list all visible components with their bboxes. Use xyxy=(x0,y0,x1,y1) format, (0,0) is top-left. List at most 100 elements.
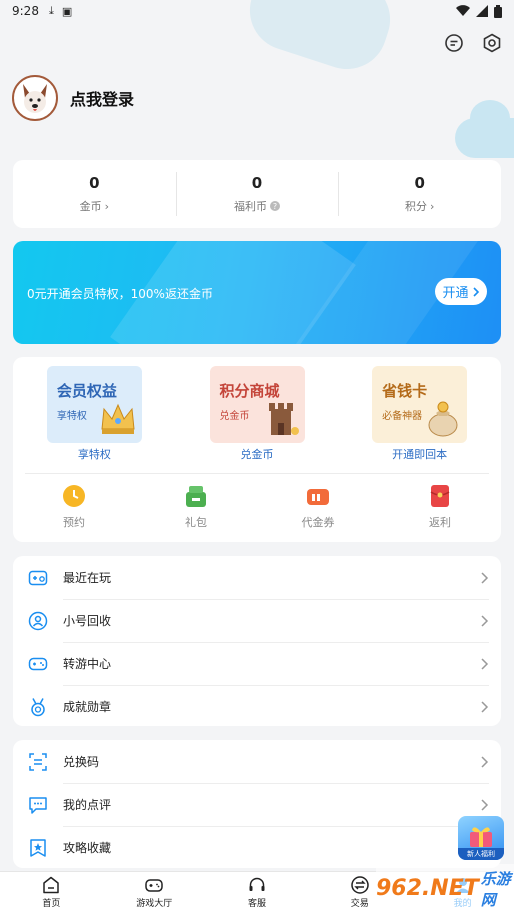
wifi-icon xyxy=(456,5,470,17)
gamepad-clock-icon xyxy=(28,570,48,585)
tile-title: 积分商城 xyxy=(219,382,280,400)
account-recycle-row[interactable]: 小号回收 xyxy=(13,599,501,642)
notification-icon: ▣ xyxy=(61,4,73,18)
mini-label: 返利 xyxy=(429,516,451,529)
message-icon[interactable] xyxy=(444,33,464,53)
game-transfer-row[interactable]: 转游中心 xyxy=(13,642,501,685)
help-icon[interactable]: ? xyxy=(270,201,280,211)
user-recycle-icon xyxy=(28,611,48,630)
welfare-coins-stat[interactable]: 0 福利币 ? xyxy=(175,160,339,228)
wallet-stats-card: 0 金币 › 0 福利币 ? 0 积分 › xyxy=(13,160,501,228)
gift-icon xyxy=(186,486,206,507)
gift-box-icon xyxy=(470,827,492,847)
watermark-sub: 乐游网 xyxy=(480,869,511,909)
clock-icon xyxy=(63,485,85,507)
chevron-right-icon xyxy=(481,614,489,627)
rebate-entry[interactable]: 返利 xyxy=(379,484,501,530)
row-label: 转游中心 xyxy=(63,657,112,671)
new-user-welfare-badge[interactable]: 新人福利 xyxy=(458,816,504,860)
medal-icon xyxy=(31,697,45,716)
gift-pack-entry[interactable]: 礼包 xyxy=(135,484,257,530)
money-bag-icon xyxy=(428,401,458,437)
row-label: 小号回收 xyxy=(63,614,112,628)
battery-icon xyxy=(494,4,502,18)
row-label: 最近在玩 xyxy=(63,571,112,585)
castle-icon xyxy=(268,403,299,435)
tile-caption: 开通即回本 xyxy=(392,448,448,461)
points-label: 积分 xyxy=(404,200,427,213)
vip-promo-text: 0元开通会员特权，100%返还金币 xyxy=(27,287,213,301)
badge-label: 新人福利 xyxy=(458,848,504,860)
tile-subtitle: 兑金币 xyxy=(219,411,250,422)
divider xyxy=(25,473,489,474)
nav-label: 客服 xyxy=(247,899,266,909)
status-time: 9:28 xyxy=(12,4,39,18)
reservation-entry[interactable]: 预约 xyxy=(13,484,135,530)
points-stat[interactable]: 0 积分 › xyxy=(338,160,501,228)
chevron-right-icon xyxy=(481,798,489,811)
coins-label: 金币 xyxy=(79,200,102,213)
scan-code-icon xyxy=(29,752,47,771)
voucher-entry[interactable]: 代金券 xyxy=(257,484,379,530)
guide-favorites-row[interactable]: 攻略收藏 xyxy=(13,826,501,869)
chevron-right-icon: › xyxy=(104,199,110,213)
tile-caption: 兑金币 xyxy=(240,448,274,461)
nav-customer-service[interactable]: 客服 xyxy=(206,872,309,913)
achievement-medal-row[interactable]: 成就勋章 xyxy=(13,685,501,728)
dog-avatar-icon xyxy=(23,84,47,113)
nav-game-hall[interactable]: 游戏大厅 xyxy=(103,872,206,913)
home-icon xyxy=(43,876,60,894)
signal-icon xyxy=(476,5,488,17)
cloud-decoration xyxy=(470,100,510,136)
row-label: 兑换码 xyxy=(63,755,100,769)
header-actions xyxy=(444,33,502,53)
points-value: 0 xyxy=(414,174,425,192)
download-icon: ⤓ xyxy=(48,4,54,17)
nav-home[interactable]: 首页 xyxy=(0,872,103,913)
crown-icon xyxy=(101,403,135,434)
services-card: 会员权益 享特权 享特权 积分商城 兑金币 兑金币 省钱卡 必备神器 开通即回本… xyxy=(13,357,501,542)
game-transfer-icon xyxy=(28,657,48,670)
vip-banner[interactable]: 0元开通会员特权，100%返还金币 开通 xyxy=(13,241,501,344)
coins-stat[interactable]: 0 金币 › xyxy=(13,160,176,228)
savings-card-entry[interactable]: 省钱卡 必备神器 开通即回本 xyxy=(338,366,501,462)
chevron-right-icon xyxy=(481,700,489,713)
mini-label: 预约 xyxy=(63,516,85,529)
chevron-right-icon xyxy=(481,571,489,584)
nav-label: 游戏大厅 xyxy=(136,899,173,909)
mini-label: 代金券 xyxy=(301,516,335,529)
welfare-coins-label: 福利币 xyxy=(234,200,267,213)
row-label: 成就勋章 xyxy=(63,700,112,714)
status-bar: 9:28 ⤓ ▣ xyxy=(0,0,514,22)
welfare-coins-value: 0 xyxy=(251,174,263,192)
coins-value: 0 xyxy=(89,174,100,192)
recently-played-row[interactable]: 最近在玩 xyxy=(13,556,501,599)
chevron-right-icon xyxy=(472,286,479,297)
voucher-icon xyxy=(307,489,329,505)
chevron-right-icon: › xyxy=(429,199,435,213)
site-watermark: 962.NET 乐游网 xyxy=(376,864,514,913)
comment-icon xyxy=(29,796,47,814)
vip-open-label: 开通 xyxy=(442,286,469,301)
avatar[interactable] xyxy=(12,75,58,121)
profile-header[interactable]: 点我登录 xyxy=(12,75,134,121)
tile-subtitle: 必备神器 xyxy=(382,411,423,422)
red-envelope-icon xyxy=(430,485,450,507)
tile-subtitle: 享特权 xyxy=(56,411,87,422)
tile-caption: 享特权 xyxy=(77,448,111,461)
member-benefits-entry[interactable]: 会员权益 享特权 享特权 xyxy=(13,366,176,462)
redeem-code-row[interactable]: 兑换码 xyxy=(13,740,501,783)
row-label: 攻略收藏 xyxy=(63,841,112,855)
my-reviews-row[interactable]: 我的点评 xyxy=(13,783,501,826)
chevron-right-icon xyxy=(481,657,489,670)
menu-list-1: 最近在玩 小号回收 转游中心 成就勋章 xyxy=(13,556,501,726)
mini-label: 礼包 xyxy=(185,516,207,529)
nav-label: 交易 xyxy=(350,899,369,909)
exchange-icon xyxy=(351,876,369,894)
points-mall-entry[interactable]: 积分商城 兑金币 兑金币 xyxy=(176,366,339,462)
menu-list-2: 兑换码 我的点评 攻略收藏 xyxy=(13,740,501,868)
vip-open-button[interactable]: 开通 xyxy=(435,278,487,305)
headset-icon xyxy=(249,877,265,891)
settings-icon[interactable] xyxy=(482,33,502,53)
login-link[interactable]: 点我登录 xyxy=(70,86,134,110)
